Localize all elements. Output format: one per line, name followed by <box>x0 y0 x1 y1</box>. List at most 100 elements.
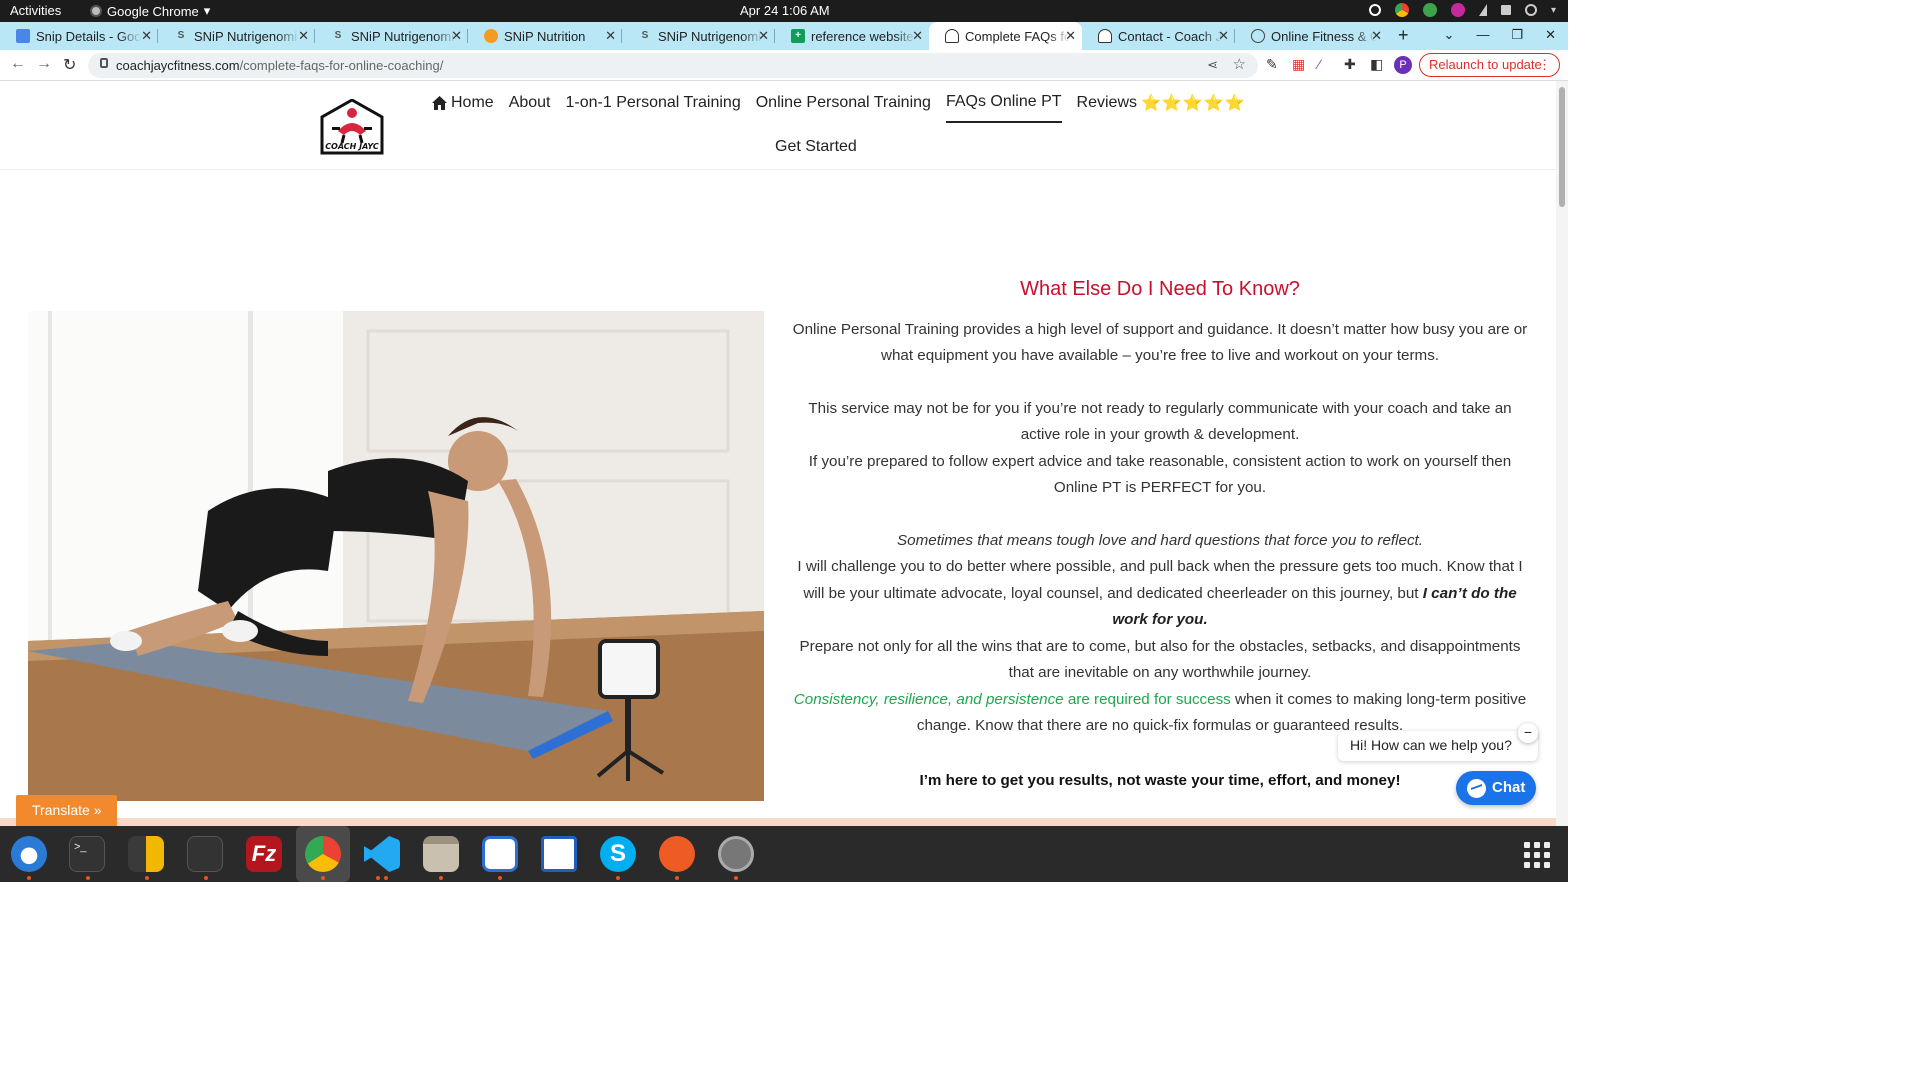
check-tray-icon[interactable] <box>1422 3 1437 17</box>
close-icon[interactable]: ✕ <box>1218 28 1229 44</box>
tab-label: Complete FAQs fo <box>965 28 1070 44</box>
faq-closing-statement: I’m here to get you results, not waste y… <box>919 771 1401 789</box>
tab-complete-faqs[interactable]: Complete FAQs fo ✕ <box>929 22 1082 50</box>
minimize-icon[interactable]: — <box>1476 27 1489 43</box>
app-menu[interactable]: Google Chrome ▾ <box>90 3 210 19</box>
chrome-tray-icon[interactable] <box>1394 3 1409 17</box>
system-top-bar: Activities Google Chrome ▾ Apr 24 1:06 A… <box>0 0 1568 22</box>
calendar-extension-icon[interactable]: ▦ <box>1292 56 1305 73</box>
tab-label: reference website <box>811 28 914 44</box>
tab-strip: Snip Details - Goog ✕ S SNiP Nutrigenomi… <box>0 22 1568 50</box>
tab-label: Online Fitness & C <box>1271 28 1376 44</box>
tab-online-fitness[interactable]: Online Fitness & C ✕ <box>1235 22 1388 50</box>
pen-extension-icon[interactable]: ⁄ <box>1318 56 1320 72</box>
translate-button[interactable]: Translate » <box>16 795 117 826</box>
extensions-puzzle-icon[interactable]: ✚ <box>1344 56 1356 73</box>
tab-label: SNiP Nutrigenomi <box>194 28 298 44</box>
snip-icon: S <box>334 30 342 41</box>
tab-label: SNiP Nutrigenomi <box>351 28 455 44</box>
scrollbar-thumb[interactable] <box>1559 87 1565 207</box>
faq-section: What Else Do I Need To Know? Online Pers… <box>788 276 1532 794</box>
power-icon[interactable] <box>1524 4 1537 16</box>
tray-app-icon[interactable] <box>1368 4 1381 16</box>
close-icon[interactable]: ✕ <box>758 28 769 44</box>
snip-nutrition-icon <box>484 29 498 43</box>
disk-utility-icon[interactable] <box>718 836 754 872</box>
close-icon[interactable]: ✕ <box>298 28 309 44</box>
page-scrollbar[interactable] <box>1556 81 1568 826</box>
tab-snip-nutrigenomics-1[interactable]: S SNiP Nutrigenomi ✕ <box>158 22 315 50</box>
relaunch-button[interactable]: Relaunch to update ⋮ <box>1419 53 1560 77</box>
chrome-icon <box>90 5 102 17</box>
nav-online-pt[interactable]: Online Personal Training <box>756 93 931 123</box>
chat-greeting-bubble[interactable]: Hi! How can we help you? <box>1338 731 1538 761</box>
messenger-icon <box>1467 779 1486 798</box>
close-icon[interactable]: ✕ <box>912 28 923 44</box>
coach-jayc-icon <box>945 29 959 43</box>
side-panel-icon[interactable]: ◧ <box>1370 56 1383 73</box>
terminal-icon[interactable]: >_ <box>69 836 105 872</box>
volume-icon[interactable] <box>1500 5 1511 15</box>
tab-search-icon[interactable]: ⌄ <box>1444 27 1455 43</box>
reload-icon[interactable]: ↻ <box>63 55 76 75</box>
nav-home-label: Home <box>451 94 494 111</box>
tab-snip-nutrigenomics-2[interactable]: S SNiP Nutrigenomi ✕ <box>315 22 468 50</box>
eyedropper-extension-icon[interactable]: ✎ <box>1266 56 1278 73</box>
chevron-down-icon[interactable]: ▾ <box>1551 5 1556 16</box>
profile-avatar[interactable]: P <box>1394 56 1412 74</box>
share-icon[interactable]: ⋖ <box>1207 57 1218 73</box>
coach-jayc-icon <box>1098 29 1112 43</box>
window-controls: ⌄ — ❐ ✕ <box>1444 27 1556 43</box>
close-icon[interactable]: ✕ <box>605 28 616 44</box>
system-monitor-icon[interactable] <box>187 836 223 872</box>
close-icon[interactable]: ✕ <box>141 28 152 44</box>
maximize-icon[interactable]: ❐ <box>1511 27 1523 43</box>
close-icon[interactable]: ✕ <box>1065 28 1076 44</box>
nav-faqs[interactable]: FAQs Online PT <box>945 93 1062 123</box>
libreoffice-writer-icon[interactable] <box>541 836 577 872</box>
nav-about[interactable]: About <box>509 93 551 123</box>
nav-personal-training[interactable]: 1-on-1 Personal Training <box>566 93 741 123</box>
vscode-icon[interactable] <box>364 836 400 872</box>
clock[interactable]: Apr 24 1:06 AM <box>740 3 830 18</box>
filezilla-icon[interactable]: Fz <box>246 836 282 872</box>
system-tray[interactable]: ▾ <box>1368 3 1556 17</box>
chrome-dock-icon[interactable] <box>305 836 341 872</box>
tab-reference-website[interactable]: + reference website ✕ <box>775 22 929 50</box>
caret-down-icon: ▾ <box>203 3 211 18</box>
url-text[interactable]: coachjaycfitness.com/complete-faqs-for-o… <box>116 58 443 73</box>
postman-icon[interactable] <box>659 836 695 872</box>
tab-snip-nutrigenomics-3[interactable]: S SNiP Nutrigenomi ✕ <box>622 22 775 50</box>
chat-button[interactable]: Chat <box>1456 771 1536 805</box>
calculator-icon[interactable] <box>128 836 164 872</box>
skype-icon[interactable]: S <box>600 836 636 872</box>
faq-paragraph-support: Online Personal Training provides a high… <box>792 320 1528 365</box>
coach-jayc-logo[interactable]: COACH JAYC <box>320 98 384 155</box>
ubuntu-dock: >_ Fz S <box>0 826 1568 882</box>
color-tray-icon[interactable] <box>1450 3 1465 17</box>
activities-button[interactable]: Activities <box>10 3 61 18</box>
back-icon[interactable]: ← <box>10 55 26 73</box>
show-applications-icon[interactable] <box>1524 842 1550 868</box>
more-menu-icon[interactable]: ⋮ <box>1538 54 1551 76</box>
text-editor-icon[interactable] <box>482 836 518 872</box>
lock-icon[interactable] <box>100 58 108 68</box>
minimize-chat-icon[interactable]: − <box>1518 723 1538 743</box>
nav-home[interactable]: Home <box>432 93 494 123</box>
nav-get-started[interactable]: Get Started <box>775 138 857 156</box>
network-icon[interactable] <box>1478 4 1487 16</box>
main-nav: Home About 1-on-1 Personal Training Onli… <box>432 93 1246 123</box>
close-icon[interactable]: ✕ <box>451 28 462 44</box>
tab-snip-details[interactable]: Snip Details - Goog ✕ <box>0 22 158 50</box>
new-tab-button[interactable]: + <box>1398 25 1409 46</box>
bookmark-star-icon[interactable]: ☆ <box>1233 55 1246 73</box>
close-window-icon[interactable]: ✕ <box>1545 27 1556 43</box>
close-icon[interactable]: ✕ <box>1371 28 1382 44</box>
address-bar[interactable]: coachjaycfitness.com/complete-faqs-for-o… <box>88 53 1258 78</box>
tab-snip-nutrition[interactable]: SNiP Nutrition ✕ <box>468 22 622 50</box>
forward-icon[interactable]: → <box>36 55 52 73</box>
files-icon[interactable] <box>423 836 459 872</box>
thunderbird-icon[interactable] <box>11 836 47 872</box>
nav-reviews[interactable]: Reviews ⭐⭐⭐⭐⭐ <box>1077 93 1246 123</box>
tab-contact-coach[interactable]: Contact - Coach Ja ✕ <box>1082 22 1235 50</box>
